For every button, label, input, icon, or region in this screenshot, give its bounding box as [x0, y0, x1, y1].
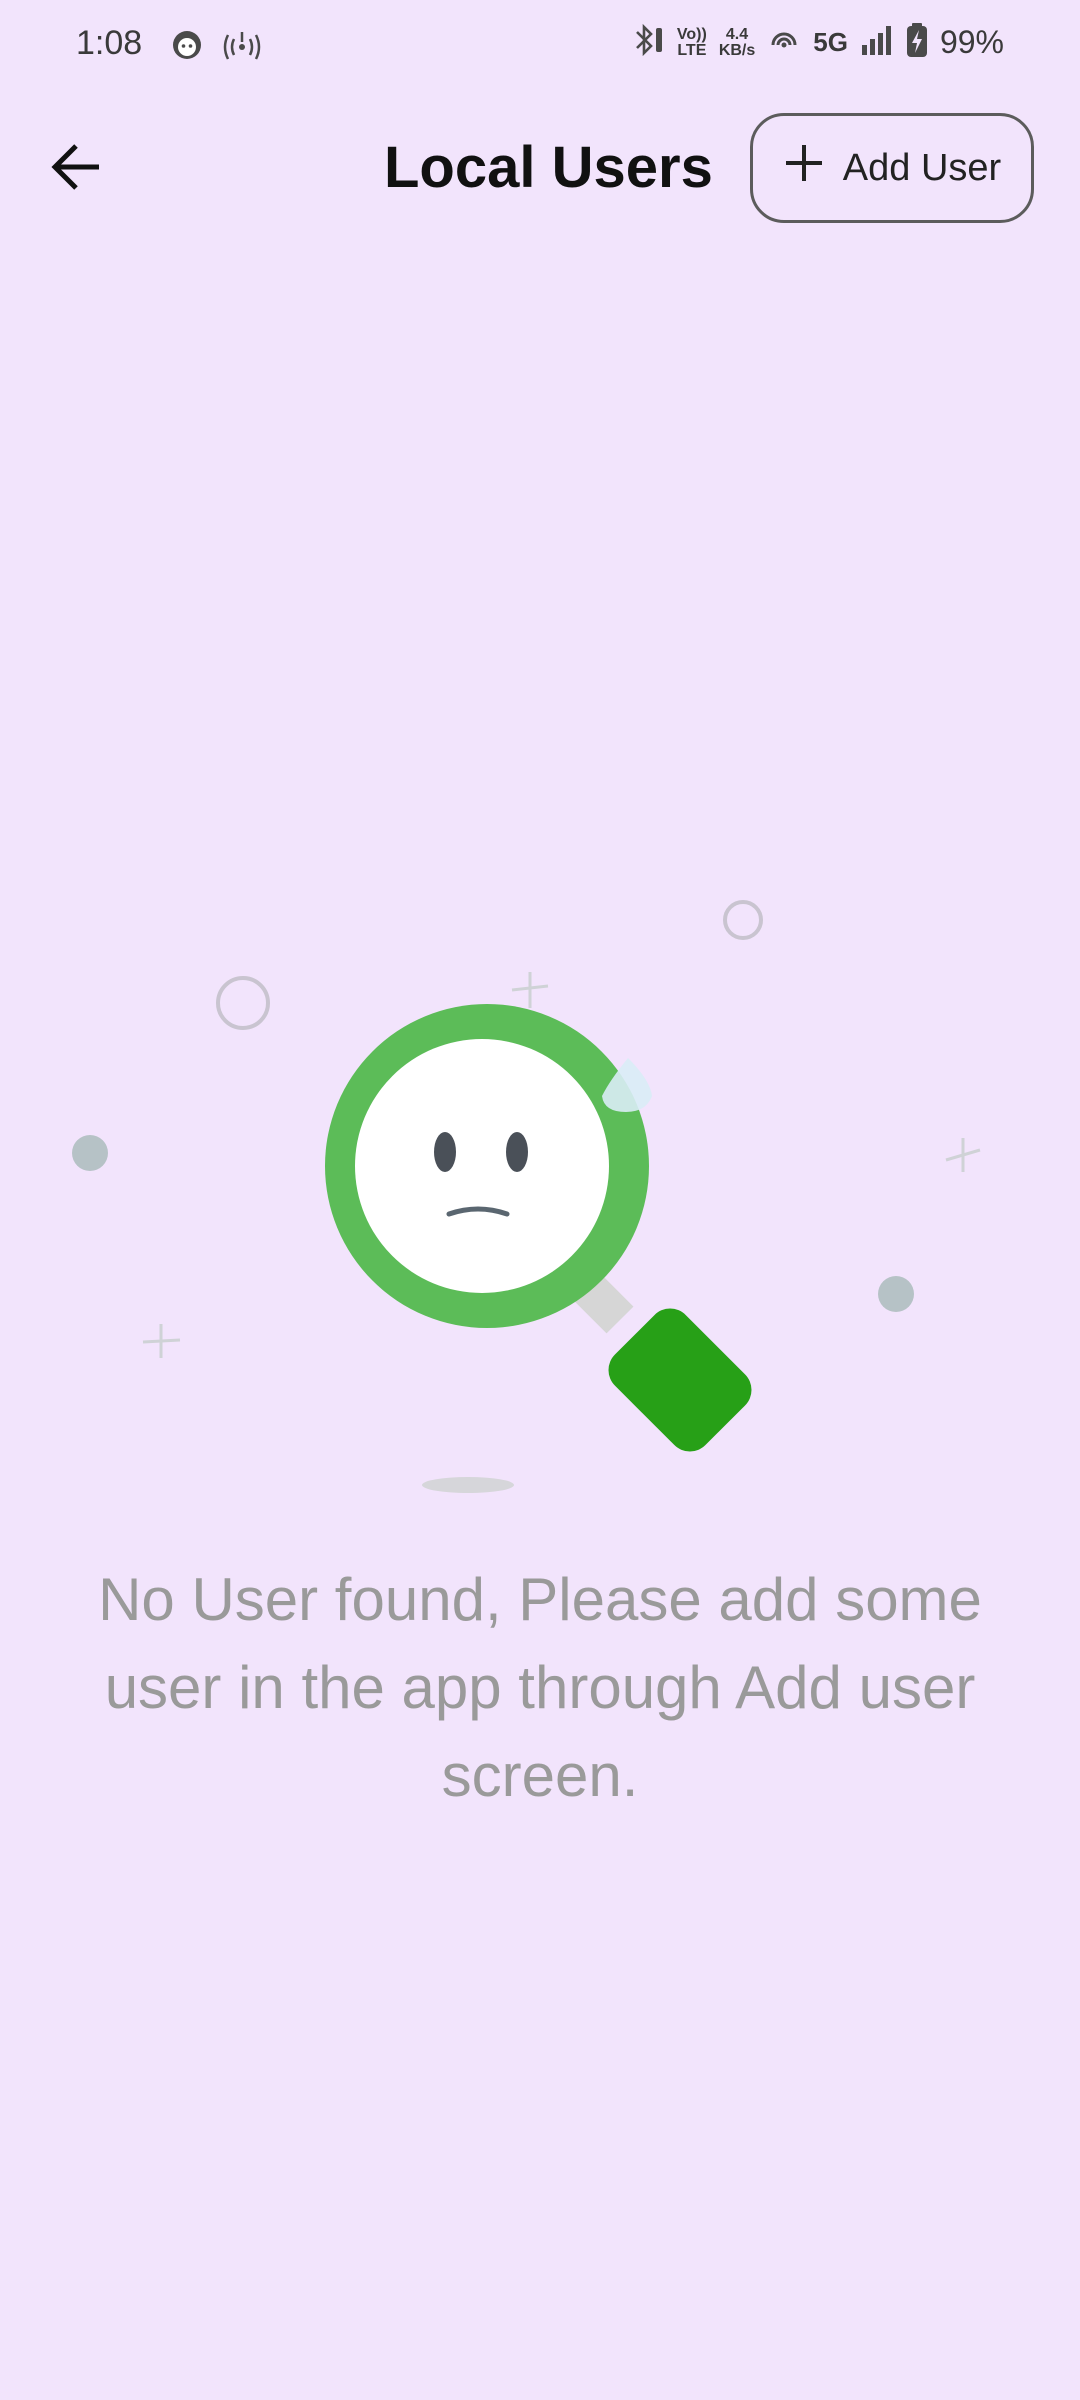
decor-cross: [142, 1324, 181, 1358]
signal-icon: [860, 23, 894, 62]
network-speed-value: 4.4: [725, 25, 749, 43]
magnifier-handle: [608, 1308, 752, 1452]
decor-cross: [511, 972, 549, 1008]
volte-top-label: Vo)): [676, 25, 707, 43]
page-title: Local Users: [384, 135, 713, 200]
app-bar: Local Users Add User: [0, 96, 1080, 246]
status-left-icons: [170, 28, 262, 67]
bluetooth-icon: [631, 22, 665, 63]
decor-ring: [723, 900, 763, 940]
face-eye-right: [506, 1132, 528, 1172]
status-right-icons: Vo)) LTE 4.4 KB/s 5G 99%: [631, 22, 1004, 63]
status-bar: 1:08 Vo)) LTE 4.4 KB/s 5G 99%: [0, 0, 1080, 96]
network-type: 5G: [813, 27, 848, 57]
face-icon: [170, 28, 204, 67]
battery-percent: 99%: [939, 24, 1004, 60]
status-time: 1:08: [76, 24, 143, 62]
volte-icon: Vo)) LTE: [676, 25, 707, 59]
network-speed: 4.4 KB/s: [718, 25, 756, 59]
wifi-calling-icon: [767, 23, 801, 62]
back-arrow-icon: [49, 139, 105, 200]
empty-state-message: No User found, Please add some user in t…: [98, 1566, 982, 1809]
decor-dot: [878, 1276, 914, 1312]
network-speed-unit: KB/s: [718, 41, 756, 59]
add-user-label: Add User: [842, 146, 1002, 189]
magnifier-lens: [355, 1039, 609, 1293]
back-button[interactable]: [40, 132, 114, 206]
empty-state-illustration: [0, 880, 1080, 1500]
decor-ring: [216, 976, 270, 1030]
volte-bottom-label: LTE: [677, 41, 707, 59]
decor-dot: [72, 1135, 108, 1171]
decor-cross: [945, 1138, 981, 1172]
ground-shadow: [422, 1477, 514, 1493]
add-user-button[interactable]: Add User: [750, 113, 1034, 223]
face-eye-left: [434, 1132, 456, 1172]
battery-charging-icon: [906, 22, 928, 63]
sad-magnifier-illustration: [72, 900, 981, 1493]
plus-icon: [783, 142, 825, 194]
hotspot-icon: [222, 28, 262, 67]
